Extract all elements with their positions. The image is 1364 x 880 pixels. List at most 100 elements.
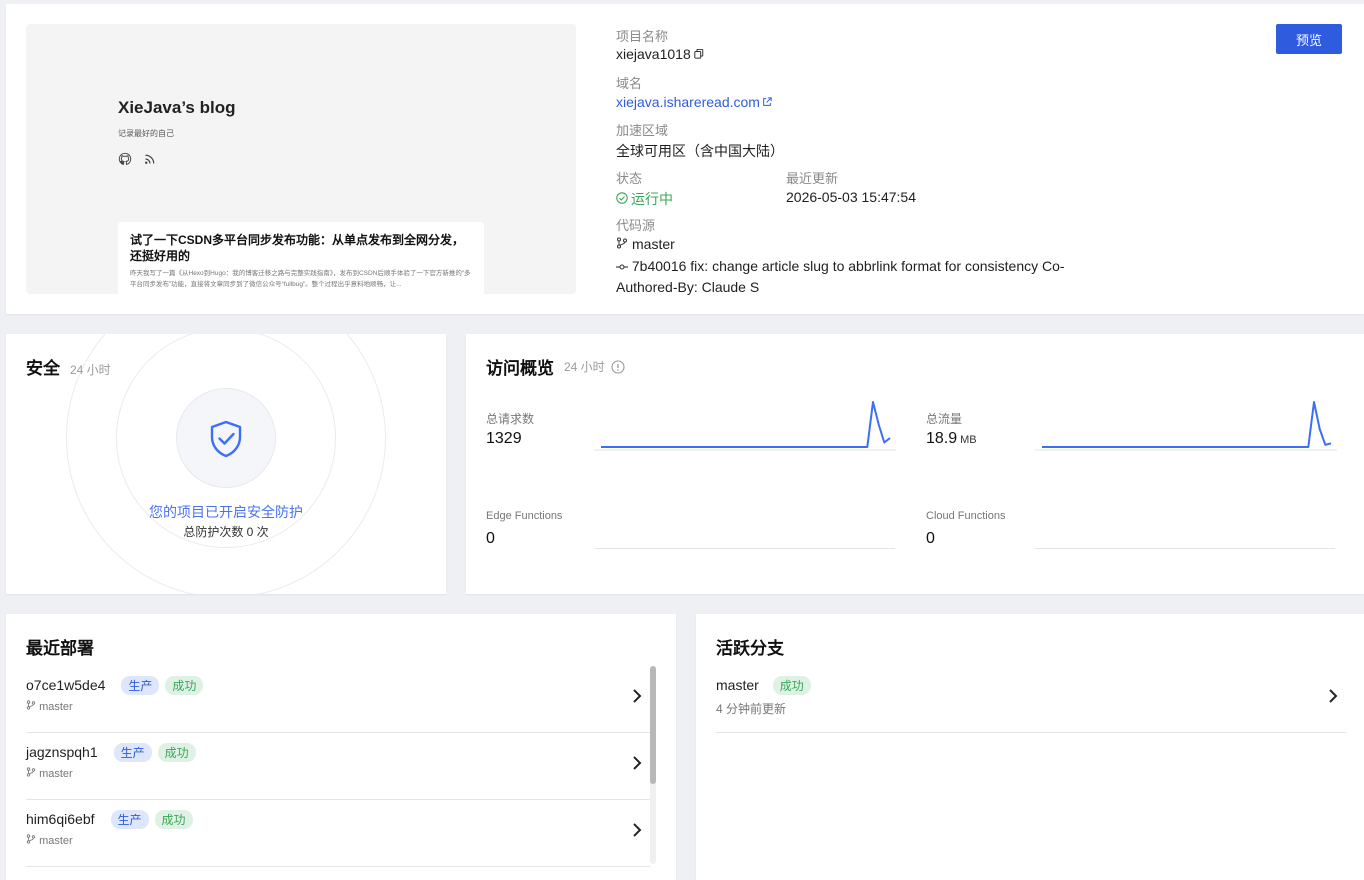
info-icon[interactable] [611,359,625,374]
deployment-branch-name: master [39,701,73,713]
env-badge: 生产 [110,810,149,829]
domain-link[interactable]: xiejava.ishareread.com [616,94,772,110]
deployment-id-row: o7ce1w5de4 生产 成功 [26,676,204,695]
project-name-label: 项目名称 [616,29,669,44]
total-requests-value: 1329 [486,430,522,447]
deployment-id-row: him6qi6ebf 生产 成功 [26,810,193,829]
deployment-id-row: jagznspqh1 生产 成功 [26,743,196,762]
post-excerpt: 昨天我写了一篇《从Hexo到Hugo：我的博客迁移之路与完整实践指南》，发布到C… [130,270,471,288]
chevron-right-icon[interactable] [632,755,642,776]
sparkline-series-line [1042,401,1332,448]
domain-label: 域名 [616,76,643,91]
check-circle-icon [616,191,628,207]
git-branch-icon [26,700,36,710]
access-overview-card: 访问概览 24 小时 总请求数 1329 总流量 18.9 MB Edge Func… [466,334,1364,594]
region-label: 加速区域 [616,123,669,138]
deployment-branch: master [26,767,73,780]
deployment-branch: master [26,700,73,713]
status-value: 运行中 [631,191,673,207]
security-card: 安全 24 小时 您的项目已开启安全防护 总防护次数 0 次 [6,334,446,594]
copy-icon[interactable] [694,46,704,62]
cloud-functions-value: 0 [926,530,935,547]
deployment-branch-name: master [39,835,73,847]
status-badge: 成功 [165,676,204,695]
domain-text: xiejava.ishareread.com [616,94,760,110]
branch-name-row: master 成功 [716,676,811,695]
commit-line-2: Authored-By: Claude S [616,279,760,296]
deployment-id: him6qi6ebf [26,811,95,827]
edge-functions-baseline [595,548,895,549]
region-value: 全球可用区（含中国大陆） [616,143,784,159]
project-card: XieJava’s blog 记录最好的自己 试了一下CSDN多平台同步发布功能… [6,4,1364,314]
total-traffic-sparkline [1035,401,1337,451]
project-name-row: xiejava1018 [616,46,704,62]
updated-value: 2026-05-03 15:47:54 [786,189,916,205]
status-row: 运行中 [616,189,673,209]
external-link-icon [762,94,772,110]
blog-title: XieJava’s blog [118,98,236,117]
git-branch-icon [26,834,36,844]
blog-post-preview: 试了一下CSDN多平台同步发布功能：从单点发布到全网分发，还挺好用的 昨天我写了… [118,222,484,294]
edge-functions-value: 0 [486,530,495,547]
branch-updated: 4 分钟前更新 [716,702,787,716]
shield-check-icon [207,419,245,464]
env-badge: 生产 [121,676,160,695]
env-badge: 生产 [113,743,152,762]
deployment-id: jagznspqh1 [26,744,98,760]
source-branch-row: master [616,236,675,252]
deployments-scrollbar[interactable] [650,666,656,864]
security-title-text: 安全 [26,359,60,379]
preview-button[interactable]: 预览 [1276,24,1342,54]
security-status-text: 您的项目已开启安全防护 [149,504,303,520]
deployment-branch-name: master [39,768,73,780]
chevron-right-icon[interactable] [1328,688,1338,709]
total-traffic-value: 18.9 [926,430,958,447]
deployments-title: 最近部署 [26,639,94,659]
deployment-id: o7ce1w5de4 [26,677,106,693]
overview-title: 访问概览 24 小时 [486,354,625,379]
blog-social-icons [118,152,156,171]
git-branch-icon [26,767,36,777]
branches-title: 活跃分支 [716,639,784,659]
chevron-right-icon[interactable] [632,688,642,709]
scrollbar-thumb[interactable] [650,666,656,784]
post-title: 试了一下CSDN多平台同步发布功能：从单点发布到全网分发，还挺好用的 [130,233,465,263]
deployment-row[interactable]: o7ce1w5de4 生产 成功 master [26,666,650,733]
edge-functions-label: Edge Functions [486,510,563,522]
chevron-right-icon[interactable] [632,822,642,843]
branch-status-badge: 成功 [772,676,811,695]
total-traffic-value-row: 18.9 MB [926,430,977,448]
source-label: 代码源 [616,218,656,233]
status-label: 状态 [616,171,643,186]
commit-line-1: 7b40016 fix: change article slug to abbr… [631,258,1065,274]
git-commit-icon [616,257,628,277]
branch-name: master [716,677,759,693]
branch-row[interactable]: master 成功 4 分钟前更新 [716,666,1346,733]
total-traffic-label: 总流量 [926,412,963,426]
active-branches-card: 活跃分支 master 成功 4 分钟前更新 [696,614,1364,880]
project-name: xiejava1018 [616,46,691,62]
github-icon [118,152,132,171]
cloud-functions-baseline [1035,548,1335,549]
deployment-row[interactable]: him6qi6ebf 生产 成功 master [26,800,650,867]
updated-label: 最近更新 [786,171,839,186]
deployment-row[interactable]: jagznspqh1 生产 成功 master [26,733,650,800]
rss-icon [144,152,156,171]
total-requests-label: 总请求数 [486,412,535,426]
security-window: 24 小时 [70,363,111,377]
total-requests-sparkline [594,401,896,451]
security-count-text: 总防护次数 0 次 [183,525,269,539]
commit-message: 7b40016 fix: change article slug to abbr… [616,256,1086,297]
recent-deployments-card: 最近部署 o7ce1w5de4 生产 成功 master jagznspqh1 生产成… [6,614,676,880]
overview-window: 24 小时 [564,360,605,374]
status-badge: 成功 [154,810,193,829]
sparkline-series-line [601,401,891,448]
overview-title-text: 访问概览 [486,359,554,379]
site-preview-thumbnail[interactable]: XieJava’s blog 记录最好的自己 试了一下CSDN多平台同步发布功能… [26,24,576,294]
source-branch: master [632,236,675,252]
deployment-branch: master [26,834,73,847]
cloud-functions-label: Cloud Functions [926,510,1006,522]
status-badge: 成功 [157,743,196,762]
git-branch-icon [616,236,628,252]
security-title: 安全 24 小时 [26,354,111,379]
